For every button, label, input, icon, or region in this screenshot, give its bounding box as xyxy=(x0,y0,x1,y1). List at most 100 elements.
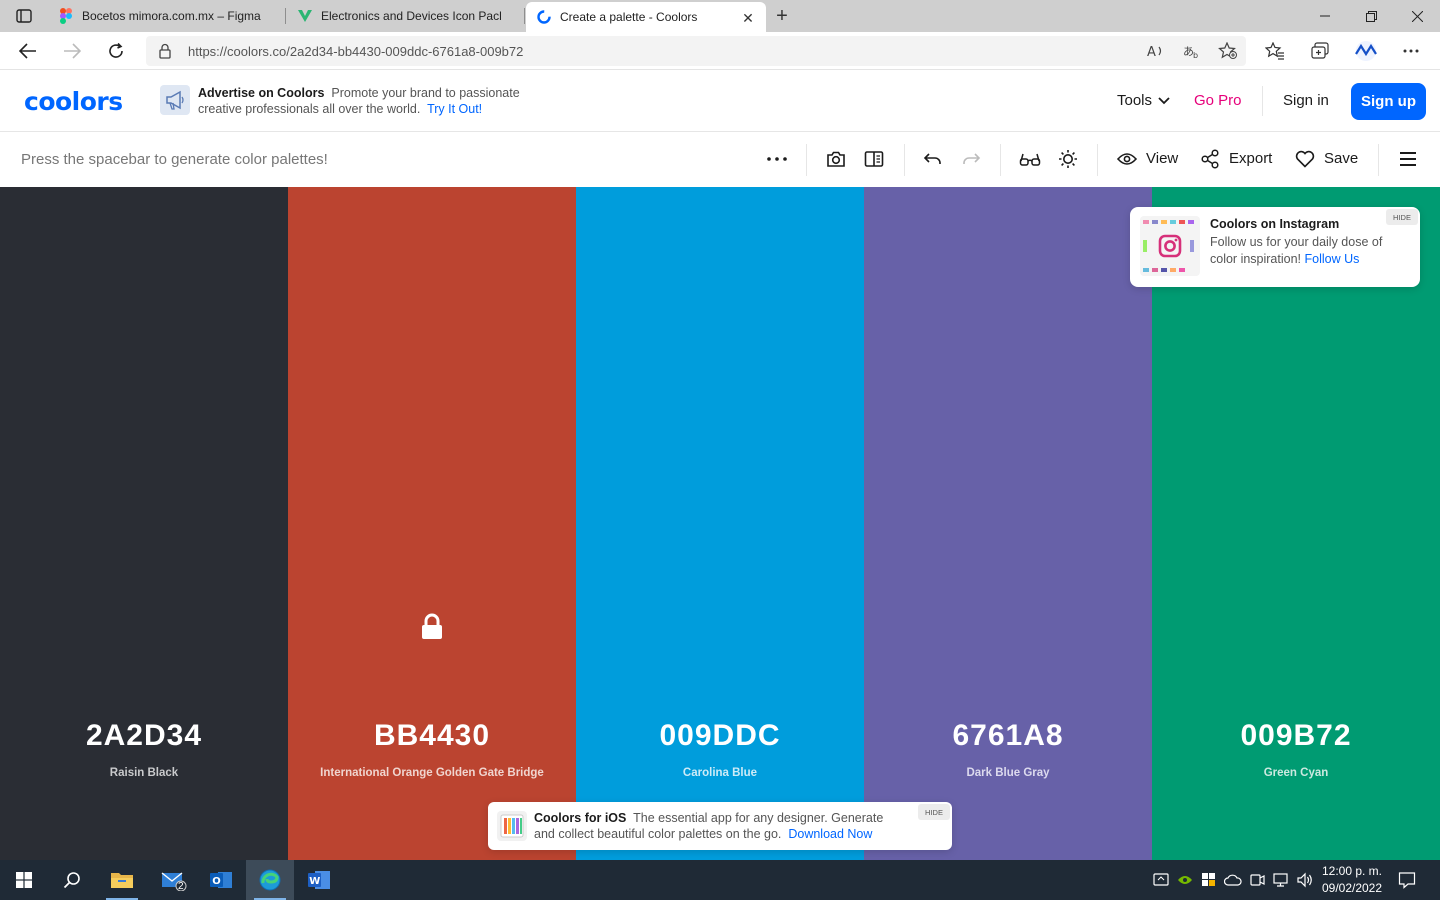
color-swatch[interactable]: 6761A8 Dark Blue Gray xyxy=(864,187,1152,860)
hide-instagram-button[interactable]: HIDE xyxy=(1386,209,1418,225)
close-tab-icon[interactable]: ✕ xyxy=(740,10,756,26)
ios-text: Coolors for iOS The essential app for an… xyxy=(534,811,904,842)
meet-now-icon[interactable] xyxy=(1247,870,1267,890)
start-windows-icon[interactable] xyxy=(0,860,48,900)
try-it-out-link[interactable]: Try It Out! xyxy=(427,102,482,116)
heart-icon[interactable] xyxy=(1294,148,1316,170)
mail-badge: 2 xyxy=(178,881,184,892)
tab-title: Create a palette - Coolors xyxy=(560,10,698,24)
figma-icon xyxy=(58,8,74,24)
redo-icon[interactable] xyxy=(960,148,982,170)
more-horizontal-icon[interactable] xyxy=(766,148,788,170)
coolors-logo[interactable]: coolors xyxy=(24,87,123,116)
ios-promo-card: Coolors for iOS The essential app for an… xyxy=(488,802,952,850)
site-header: coolors Advertise on Coolors Promote you… xyxy=(0,70,1440,132)
export-button[interactable]: Export xyxy=(1229,150,1272,167)
clock-time: 12:00 p. m. xyxy=(1321,864,1383,878)
close-window-icon[interactable] xyxy=(1394,0,1440,32)
svg-text:A: A xyxy=(1147,45,1156,59)
browser-tab-icon-pack[interactable]: Electronics and Devices Icon Pack xyxy=(287,0,525,32)
outlook-icon[interactable]: O xyxy=(197,860,245,900)
favorites-icon[interactable] xyxy=(1264,40,1286,62)
share-icon[interactable] xyxy=(1199,148,1221,170)
tab-actions-icon[interactable] xyxy=(10,6,38,26)
url-field[interactable]: https://coolors.co/2a2d34-bb4430-009ddc-… xyxy=(146,36,1246,66)
windows-taskbar: 2 O W 12:00 p. m. 09/02/2022 xyxy=(0,860,1440,900)
word-icon[interactable]: W xyxy=(295,860,343,900)
ios-app-thumbnail xyxy=(497,811,527,841)
color-name: Green Cyan xyxy=(1263,767,1329,779)
more-options-icon[interactable] xyxy=(1400,40,1422,62)
view-split-icon[interactable] xyxy=(863,148,885,170)
color-name: Dark Blue Gray xyxy=(966,767,1050,779)
instagram-promo-card: Coolors on Instagram Follow us for your … xyxy=(1130,207,1420,287)
read-aloud-icon[interactable]: A xyxy=(1146,41,1166,61)
file-explorer-icon[interactable] xyxy=(98,860,146,900)
go-pro-link[interactable]: Go Pro xyxy=(1194,92,1242,109)
color-swatch[interactable]: BB4430 International Orange Golden Gate … xyxy=(288,187,576,860)
lock-icon[interactable] xyxy=(420,613,444,641)
generator-toolbar: Press the spacebar to generate color pal… xyxy=(0,132,1440,187)
minimize-icon[interactable] xyxy=(1302,0,1348,32)
profile-avatar[interactable] xyxy=(1353,40,1379,62)
advertise-banner: Advertise on Coolors Promote your brand … xyxy=(198,85,558,117)
download-now-link[interactable]: Download Now xyxy=(788,827,872,841)
add-favorite-icon[interactable] xyxy=(1218,41,1238,61)
view-button[interactable]: View xyxy=(1146,150,1178,167)
onedrive-icon[interactable] xyxy=(1223,870,1243,890)
svg-text:W: W xyxy=(309,876,320,887)
network-icon[interactable] xyxy=(1271,870,1291,890)
hex-code[interactable]: 6761A8 xyxy=(864,719,1152,753)
browser-tab-coolors[interactable]: Create a palette - Coolors ✕ xyxy=(526,2,766,32)
hex-code[interactable]: 009B72 xyxy=(1152,719,1440,753)
toolbar-divider xyxy=(1097,144,1098,176)
glasses-icon[interactable] xyxy=(1019,148,1041,170)
instagram-thumbnail xyxy=(1140,216,1200,276)
edge-icon[interactable] xyxy=(246,860,294,900)
back-icon[interactable] xyxy=(14,37,42,65)
tab-title: Bocetos mimora.com.mx – Figma xyxy=(82,9,261,23)
refresh-icon[interactable] xyxy=(102,37,130,65)
save-button[interactable]: Save xyxy=(1324,150,1358,167)
color-swatch[interactable]: 009B72 Green Cyan xyxy=(1152,187,1440,860)
spacebar-hint: Press the spacebar to generate color pal… xyxy=(21,151,328,168)
taskbar-clock[interactable]: 12:00 p. m. 09/02/2022 xyxy=(1316,863,1388,897)
forward-icon[interactable] xyxy=(58,37,86,65)
volume-icon[interactable] xyxy=(1295,870,1315,890)
sign-up-button[interactable]: Sign up xyxy=(1351,83,1426,120)
restore-icon[interactable] xyxy=(1348,0,1394,32)
lock-icon[interactable] xyxy=(158,43,174,59)
brightness-icon[interactable] xyxy=(1057,148,1079,170)
color-swatch[interactable]: 2A2D34 Raisin Black xyxy=(0,187,288,860)
undo-icon[interactable] xyxy=(922,148,944,170)
new-tab-icon[interactable]: + xyxy=(770,4,794,28)
follow-us-link[interactable]: Follow Us xyxy=(1305,252,1360,266)
color-name: Carolina Blue xyxy=(682,767,758,779)
search-icon[interactable] xyxy=(48,860,96,900)
color-name: International Orange Golden Gate Bridge xyxy=(320,767,544,779)
mail-icon[interactable]: 2 xyxy=(150,860,198,900)
color-palette: 2A2D34 Raisin Black BB4430 International… xyxy=(0,187,1440,860)
header-divider xyxy=(1262,86,1263,116)
browser-tab-figma[interactable]: Bocetos mimora.com.mx – Figma xyxy=(48,0,286,32)
system-tray-icon[interactable] xyxy=(1151,870,1171,890)
translate-icon[interactable]: あb xyxy=(1182,41,1202,61)
eye-icon[interactable] xyxy=(1116,148,1138,170)
chevron-down-icon xyxy=(1158,92,1170,109)
vector-logo-icon xyxy=(297,8,313,24)
nvidia-icon[interactable] xyxy=(1175,870,1195,890)
clock-date: 09/02/2022 xyxy=(1321,881,1383,895)
hide-ios-button[interactable]: HIDE xyxy=(918,804,950,820)
collections-icon[interactable] xyxy=(1309,40,1331,62)
hex-code[interactable]: 2A2D34 xyxy=(0,719,288,753)
hex-code[interactable]: 009DDC xyxy=(576,719,864,753)
camera-icon[interactable] xyxy=(825,148,847,170)
notifications-icon[interactable] xyxy=(1397,870,1417,890)
svg-text:b: b xyxy=(1193,51,1198,59)
hamburger-menu-icon[interactable] xyxy=(1397,148,1419,170)
color-swatch[interactable]: 009DDC Carolina Blue xyxy=(576,187,864,860)
hex-code[interactable]: BB4430 xyxy=(288,719,576,753)
tools-menu[interactable]: Tools xyxy=(1117,92,1170,109)
windows-security-icon[interactable] xyxy=(1199,870,1219,890)
sign-in-link[interactable]: Sign in xyxy=(1283,92,1329,109)
